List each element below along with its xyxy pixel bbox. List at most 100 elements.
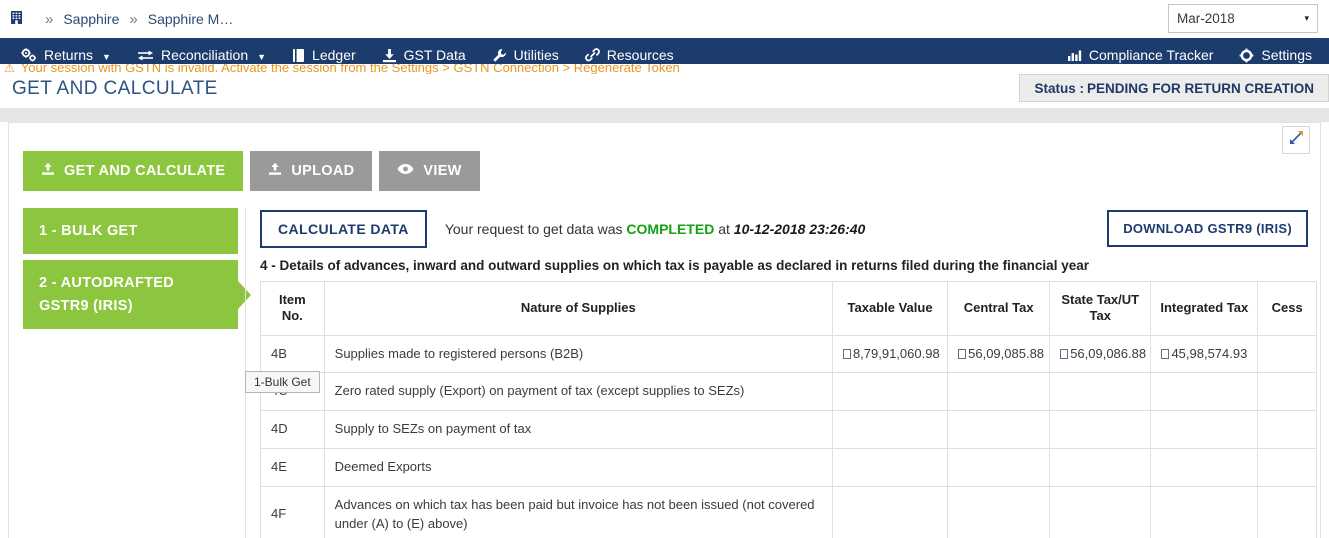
step-item-bulk-get[interactable]: 1 - BULK GET: [23, 208, 238, 255]
step-tooltip: 1-Bulk Get: [245, 371, 320, 393]
status-badge: Status : PENDING FOR RETURN CREATION: [1019, 74, 1329, 102]
upload-button[interactable]: UPLOAD: [250, 151, 373, 191]
cell-taxable-value: 8,79,91,060.98: [831, 334, 949, 374]
cell-integrated-tax: [1150, 410, 1259, 450]
step-item-autodrafted-gstr9-number: 2 -: [39, 275, 57, 292]
cell-state-tax: [1049, 372, 1152, 412]
action-buttons: GET AND CALCULATE UPLOAD VIEW: [23, 151, 480, 191]
cell-taxable-value: [831, 485, 949, 538]
upload-icon: [268, 162, 282, 180]
step-item-bulk-get-number: 1 -: [39, 223, 57, 239]
upload-icon: [41, 162, 55, 180]
cell-item-no: 4D: [260, 410, 325, 450]
period-select[interactable]: Mar-2018 ▾: [1168, 4, 1318, 33]
cell-item-no: 4E: [260, 448, 325, 487]
currency-glyph-icon: [1161, 348, 1170, 359]
table-row: 4B Supplies made to registered persons (B…: [260, 334, 1317, 374]
currency-glyph-icon: [958, 348, 967, 359]
nav-item-returns-label: Returns: [44, 47, 94, 63]
chevron-down-icon: ▼: [257, 52, 267, 62]
page-title-row: GET AND CALCULATE Status : PENDING FOR R…: [0, 74, 1329, 108]
building-icon: [10, 10, 23, 28]
cell-cess: [1257, 410, 1317, 450]
status-badge-label: Status :: [1034, 80, 1084, 96]
download-icon: [382, 48, 397, 63]
cell-nature-of-supplies: Deemed Exports: [323, 448, 833, 487]
calculate-row: CALCULATE DATA Your request to get data …: [260, 208, 1308, 250]
nav-item-ledger-label: Ledger: [312, 47, 356, 63]
breadcrumb-bar: » Sapphire » Sapphire M… Mar-2018 ▾: [0, 0, 1329, 38]
view-label: VIEW: [423, 163, 462, 179]
section-heading: 4 - Details of advances, inward and outw…: [260, 258, 1089, 273]
get-and-calculate-button[interactable]: GET AND CALCULATE: [23, 151, 244, 191]
table-body: 4B Supplies made to registered persons (B…: [260, 334, 1317, 538]
nav-item-settings-label: Settings: [1261, 47, 1312, 63]
cell-integrated-tax: [1150, 372, 1259, 412]
book-icon: [292, 48, 305, 63]
eye-icon: [397, 163, 414, 179]
cell-item-no: 4F: [260, 485, 325, 538]
request-status-value: COMPLETED: [626, 221, 715, 237]
cell-nature-of-supplies: Supplies made to registered persons (B2B…: [323, 334, 833, 374]
nav-item-compliance-tracker-label: Compliance Tracker: [1088, 47, 1214, 63]
cell-central-tax: [947, 410, 1051, 450]
breadcrumb-item-0[interactable]: Sapphire: [63, 11, 119, 27]
cell-integrated-tax: [1150, 448, 1259, 487]
period-select-value: Mar-2018: [1177, 11, 1235, 26]
gear-icon: [1239, 48, 1254, 63]
view-button[interactable]: VIEW: [379, 151, 480, 191]
calculate-data-button[interactable]: CALCULATE DATA: [260, 210, 427, 248]
column-header-integrated-tax: Integrated Tax: [1150, 281, 1259, 336]
page-title: GET AND CALCULATE: [12, 78, 218, 99]
cell-central-tax: [947, 448, 1051, 487]
request-status-message: Your request to get data was COMPLETED a…: [445, 221, 866, 237]
cell-state-tax: [1049, 448, 1152, 487]
column-header-nature-of-supplies: Nature of Supplies: [323, 281, 833, 336]
nav-item-reconciliation-label: Reconciliation: [160, 47, 249, 63]
expand-button[interactable]: [1282, 126, 1310, 154]
link-icon: [584, 48, 600, 62]
gstr9-table-wrapper: Item No. Nature of Supplies Taxable Valu…: [260, 281, 1317, 538]
column-header-item-no: Item No.: [260, 281, 325, 336]
request-status-timestamp: 10-12-2018 23:26:40: [733, 221, 866, 237]
cell-cess: [1257, 372, 1317, 412]
content-area: CALCULATE DATA Your request to get data …: [245, 208, 1317, 538]
gstr9-table: Item No. Nature of Supplies Taxable Valu…: [260, 281, 1317, 538]
main-panel: GET AND CALCULATE UPLOAD VIEW 1 - BULK G…: [8, 122, 1321, 538]
cell-central-tax: [947, 372, 1051, 412]
cell-integrated-tax: 45,98,574.93: [1150, 334, 1259, 374]
status-badge-value: PENDING FOR RETURN CREATION: [1086, 80, 1314, 96]
cell-nature-of-supplies: Zero rated supply (Export) on payment of…: [323, 372, 833, 412]
section-divider: [0, 108, 1329, 122]
get-and-calculate-label: GET AND CALCULATE: [64, 163, 226, 179]
warning-icon: ⚠: [4, 64, 15, 75]
breadcrumb-item-1[interactable]: Sapphire M…: [148, 11, 234, 27]
breadcrumb-separator-2: »: [129, 10, 138, 28]
cell-nature-of-supplies: Advances on which tax has been paid but …: [323, 485, 833, 538]
table-row: 4D Supply to SEZs on payment of tax: [260, 410, 1317, 450]
cell-taxable-value: [831, 372, 949, 412]
table-header-row: Item No. Nature of Supplies Taxable Valu…: [260, 281, 1317, 336]
nav-item-gst-data-label: GST Data: [403, 47, 466, 63]
cell-cess: [1257, 334, 1317, 374]
cell-item-no: 4B: [260, 334, 325, 374]
step-item-autodrafted-gstr9-label: AUTODRAFTED GSTR9 (IRIS): [39, 275, 175, 314]
column-header-state-tax: State Tax/UT Tax: [1049, 281, 1152, 336]
step-navigation: 1 - BULK GET 2 - AUTODRAFTED GSTR9 (IRIS…: [23, 208, 238, 335]
cell-taxable-value: [831, 448, 949, 487]
cell-cess: [1257, 485, 1317, 538]
column-header-central-tax: Central Tax: [947, 281, 1051, 336]
table-row: 4E Deemed Exports: [260, 448, 1317, 487]
step-item-autodrafted-gstr9[interactable]: 2 - AUTODRAFTED GSTR9 (IRIS): [23, 260, 238, 330]
currency-glyph-icon: [842, 348, 851, 359]
cell-cess: [1257, 448, 1317, 487]
download-gstr9-button[interactable]: DOWNLOAD GSTR9 (IRIS): [1107, 210, 1308, 247]
gears-icon: [21, 48, 37, 62]
bar-chart-icon: [1067, 48, 1082, 62]
cell-nature-of-supplies: Supply to SEZs on payment of tax: [323, 410, 833, 450]
cell-state-tax: 56,09,086.88: [1049, 334, 1152, 374]
request-status-prefix: Your request to get data was: [444, 221, 623, 237]
table-row: 4CZero rated supply (Export) on payment …: [260, 372, 1317, 412]
column-header-cess: Cess: [1257, 281, 1317, 336]
chevron-down-icon: ▼: [102, 52, 111, 62]
